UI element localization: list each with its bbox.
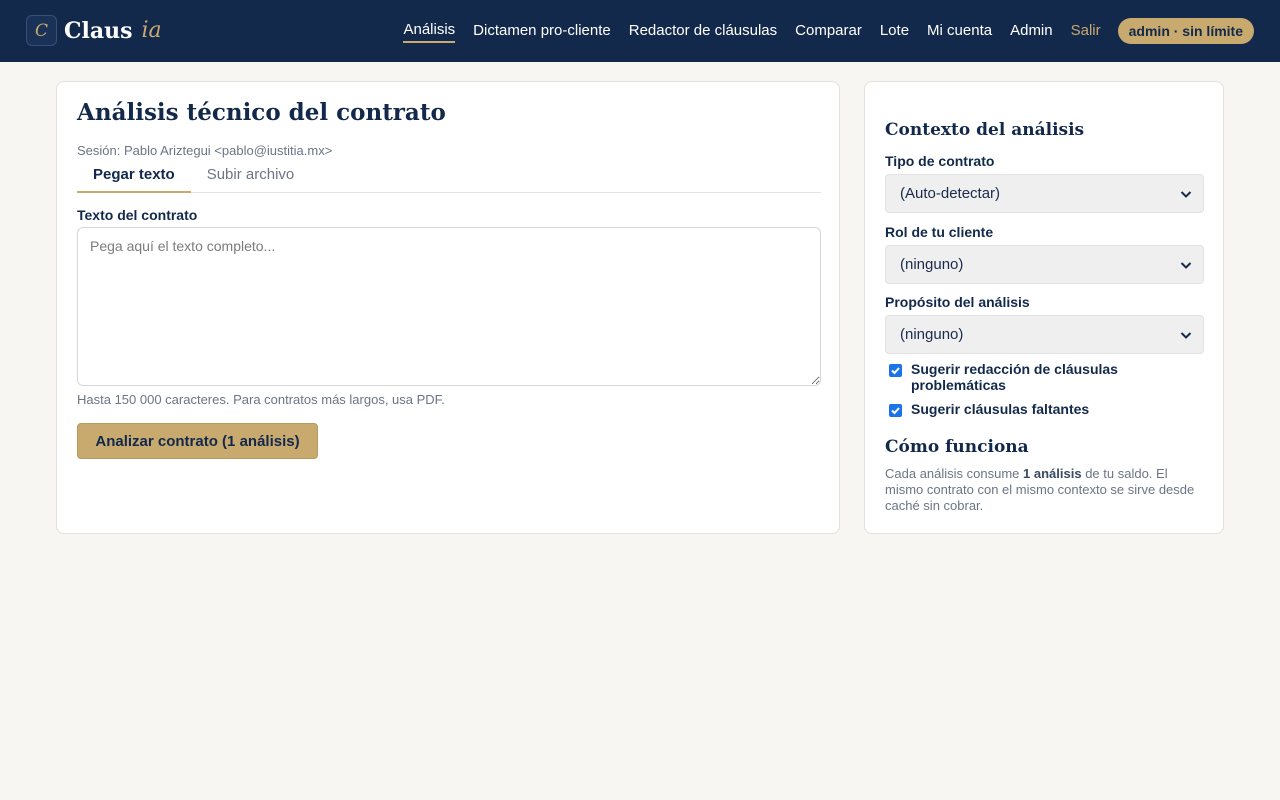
contract-text-label: Texto del contrato xyxy=(77,207,198,223)
nav-comparar[interactable]: Comparar xyxy=(795,21,862,42)
input-tabs: Pegar texto Subir archivo xyxy=(77,162,821,193)
chevron-down-icon xyxy=(1180,191,1192,198)
suggest-redaction-checkbox[interactable] xyxy=(889,364,902,377)
nav-lote[interactable]: Lote xyxy=(880,21,909,42)
contract-type-select[interactable]: (Auto-detectar) xyxy=(885,174,1204,213)
analyze-button[interactable]: Analizar contrato (1 análisis) xyxy=(77,423,318,459)
checkmark-icon xyxy=(891,367,900,375)
nav-mi-cuenta[interactable]: Mi cuenta xyxy=(927,21,992,42)
chevron-down-icon xyxy=(1180,332,1192,339)
purpose-select[interactable]: (ninguno) xyxy=(885,315,1204,354)
char-limit-hint: Hasta 150 000 caracteres. Para contratos… xyxy=(77,392,445,407)
contract-type-label: Tipo de contrato xyxy=(885,153,995,169)
tab-pegar-texto[interactable]: Pegar texto xyxy=(77,162,191,193)
context-title: Contexto del análisis xyxy=(885,120,1085,140)
purpose-label: Propósito del análisis xyxy=(885,294,1030,310)
main-nav: Análisis Dictamen pro-cliente Redactor d… xyxy=(385,0,1254,62)
suggest-missing-option[interactable]: Sugerir cláusulas faltantes xyxy=(889,401,1161,417)
nav-admin[interactable]: Admin xyxy=(1010,21,1053,42)
how-text-bold: 1 análisis xyxy=(1023,466,1082,481)
tab-subir-archivo[interactable]: Subir archivo xyxy=(191,162,311,193)
suggest-missing-label: Sugerir cláusulas faltantes xyxy=(911,401,1090,417)
client-role-label: Rol de tu cliente xyxy=(885,224,994,240)
how-it-works-title: Cómo funciona xyxy=(885,437,1029,457)
suggest-redaction-option[interactable]: Sugerir redacción de cláusulas problemát… xyxy=(889,361,1161,393)
brand-accent: ia xyxy=(141,18,162,43)
suggest-redaction-label: Sugerir redacción de cláusulas problemát… xyxy=(911,361,1118,393)
purpose-value: (ninguno) xyxy=(900,326,964,343)
nav-redactor[interactable]: Redactor de cláusulas xyxy=(629,21,777,42)
context-card: Contexto del análisis Tipo de contrato (… xyxy=(864,81,1224,534)
client-role-value: (ninguno) xyxy=(900,256,964,273)
checkmark-icon xyxy=(891,407,900,415)
chevron-down-icon xyxy=(1180,262,1192,269)
brand-logo[interactable]: C Claus ia xyxy=(26,15,162,46)
page-title: Análisis técnico del contrato xyxy=(77,99,446,126)
top-navbar: C Claus ia Análisis Dictamen pro-cliente… xyxy=(0,0,1280,62)
analysis-card: Análisis técnico del contrato Sesión: Pa… xyxy=(56,81,840,534)
contract-type-value: (Auto-detectar) xyxy=(900,185,1001,202)
session-info: Sesión: Pablo Ariztegui <pablo@iustitia.… xyxy=(77,143,333,158)
brand-mark-icon: C xyxy=(26,15,57,46)
nav-dictamen[interactable]: Dictamen pro-cliente xyxy=(473,21,611,42)
client-role-select[interactable]: (ninguno) xyxy=(885,245,1204,284)
suggest-missing-checkbox[interactable] xyxy=(889,404,902,417)
contract-text-input[interactable] xyxy=(77,227,821,386)
how-text-part-1: Cada análisis consume xyxy=(885,466,1024,481)
plan-badge: admin · sin límite xyxy=(1117,18,1254,44)
logout-link[interactable]: Salir xyxy=(1071,21,1101,42)
nav-analisis[interactable]: Análisis xyxy=(403,20,456,43)
how-it-works-text: Cada análisis consume 1 análisis de tu s… xyxy=(885,466,1205,514)
brand-name: Claus xyxy=(64,17,133,44)
